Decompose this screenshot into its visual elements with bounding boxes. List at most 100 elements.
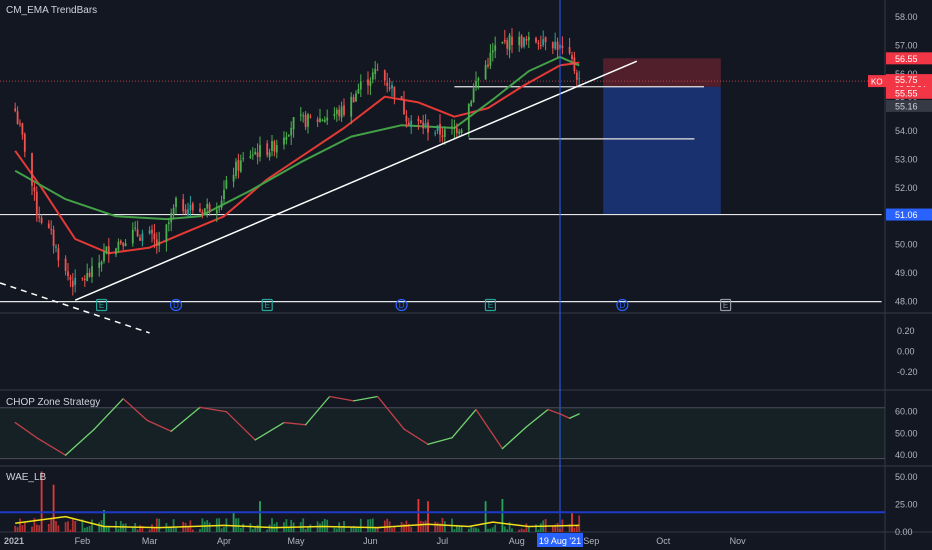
candle-body [69, 277, 72, 280]
wae-bar [470, 526, 473, 532]
wae-bar [71, 518, 74, 532]
candle-body [393, 86, 396, 97]
candle-body [374, 69, 377, 74]
candle-body [81, 277, 84, 279]
candle-body [191, 203, 194, 211]
candle-body [316, 119, 319, 122]
wae-bar [527, 526, 530, 532]
candle-body [467, 104, 470, 131]
candle-body [422, 122, 425, 129]
event-marker-label: E [488, 301, 493, 310]
candle-body [285, 136, 288, 140]
candle-body [172, 207, 175, 215]
candle-body [167, 222, 170, 224]
candle-body [484, 65, 487, 80]
candle-body [19, 123, 21, 125]
wae-bar [69, 529, 72, 532]
candle-body [407, 122, 410, 125]
wae-bar [417, 499, 420, 532]
wae-bar [117, 528, 120, 532]
wae-bar [453, 529, 456, 532]
candle-body [218, 208, 221, 210]
wae-bar [359, 518, 362, 532]
wae-bar [170, 527, 173, 532]
price-axis-tick: 58.00 [895, 12, 918, 22]
wae-bar [340, 527, 343, 532]
candle-body [235, 161, 237, 176]
candle-body [220, 200, 223, 208]
chart-canvas[interactable]: EDEDEDE48.0049.0050.0051.0052.0053.0054.… [0, 0, 932, 550]
candle-body [151, 229, 153, 234]
candle-body [388, 87, 391, 89]
wae-bar [232, 512, 235, 532]
candle-body [215, 209, 218, 214]
wae-bar [335, 528, 338, 532]
candle-body [74, 277, 77, 286]
candle-body [321, 120, 324, 122]
price-axis-tick: 48.00 [895, 297, 918, 307]
wae-bar [242, 523, 245, 532]
wae-bar [419, 520, 422, 532]
wae-axis-tick: 50.00 [895, 472, 918, 482]
wae-bar [518, 529, 521, 532]
candle-body [470, 101, 473, 106]
candle-body [52, 229, 55, 247]
candle-body [508, 35, 511, 51]
chop-band [0, 407, 885, 459]
candle-body [554, 41, 557, 49]
time-axis-label: Sep [583, 536, 599, 546]
candle-body [434, 132, 437, 134]
candle-body [208, 204, 211, 212]
candle-body [88, 272, 91, 277]
wae-bar [223, 527, 225, 532]
chop-axis-tick: 50.00 [895, 428, 918, 438]
wae-bar [487, 528, 489, 532]
candle-body [232, 174, 235, 182]
wae-bar [136, 529, 139, 532]
candle-body [535, 37, 537, 43]
candle-body [71, 280, 74, 287]
candle-body [86, 273, 89, 282]
chart-background [0, 0, 932, 550]
candle-body [323, 119, 326, 122]
wae-bar [537, 529, 540, 532]
wae-bar [124, 523, 127, 532]
candle-body [419, 120, 422, 123]
wae-bar [460, 526, 463, 532]
event-marker-label: D [399, 301, 405, 310]
wae-bar [535, 524, 537, 532]
chop-axis-tick: 40.00 [895, 450, 918, 460]
candle-body [472, 88, 475, 103]
target-price-tag: 56.55 [895, 54, 918, 64]
wae-bar [472, 527, 475, 532]
wae-bar [19, 518, 21, 532]
candle-body [424, 123, 427, 127]
wae-panel-title: WAE_LB [6, 472, 47, 483]
candle-body [556, 41, 559, 50]
candle-body [239, 160, 242, 172]
ema-price-tag: 55.16 [895, 101, 918, 111]
wae-bar [434, 521, 437, 532]
candle-body [203, 208, 206, 216]
candle-body [134, 227, 137, 229]
candle-body [103, 252, 105, 262]
wae-bar [122, 523, 125, 532]
wae-bar [251, 529, 254, 532]
event-marker-label: E [723, 301, 728, 310]
candle-body [50, 229, 53, 231]
wae-bar [494, 524, 497, 532]
candle-body [527, 36, 530, 41]
wae-bar [237, 518, 240, 532]
candle-body [273, 141, 276, 152]
event-marker-label: E [99, 301, 104, 310]
wae-bar [31, 526, 33, 532]
price-axis-tick: 50.00 [895, 240, 918, 250]
wae-bar [525, 523, 528, 532]
candle-body [100, 261, 103, 265]
candle-body [453, 127, 456, 129]
candle-body [57, 248, 60, 261]
candle-body [184, 209, 187, 214]
candle-body [259, 145, 261, 158]
candle-body [376, 69, 379, 71]
event-marker-label: D [620, 301, 626, 310]
